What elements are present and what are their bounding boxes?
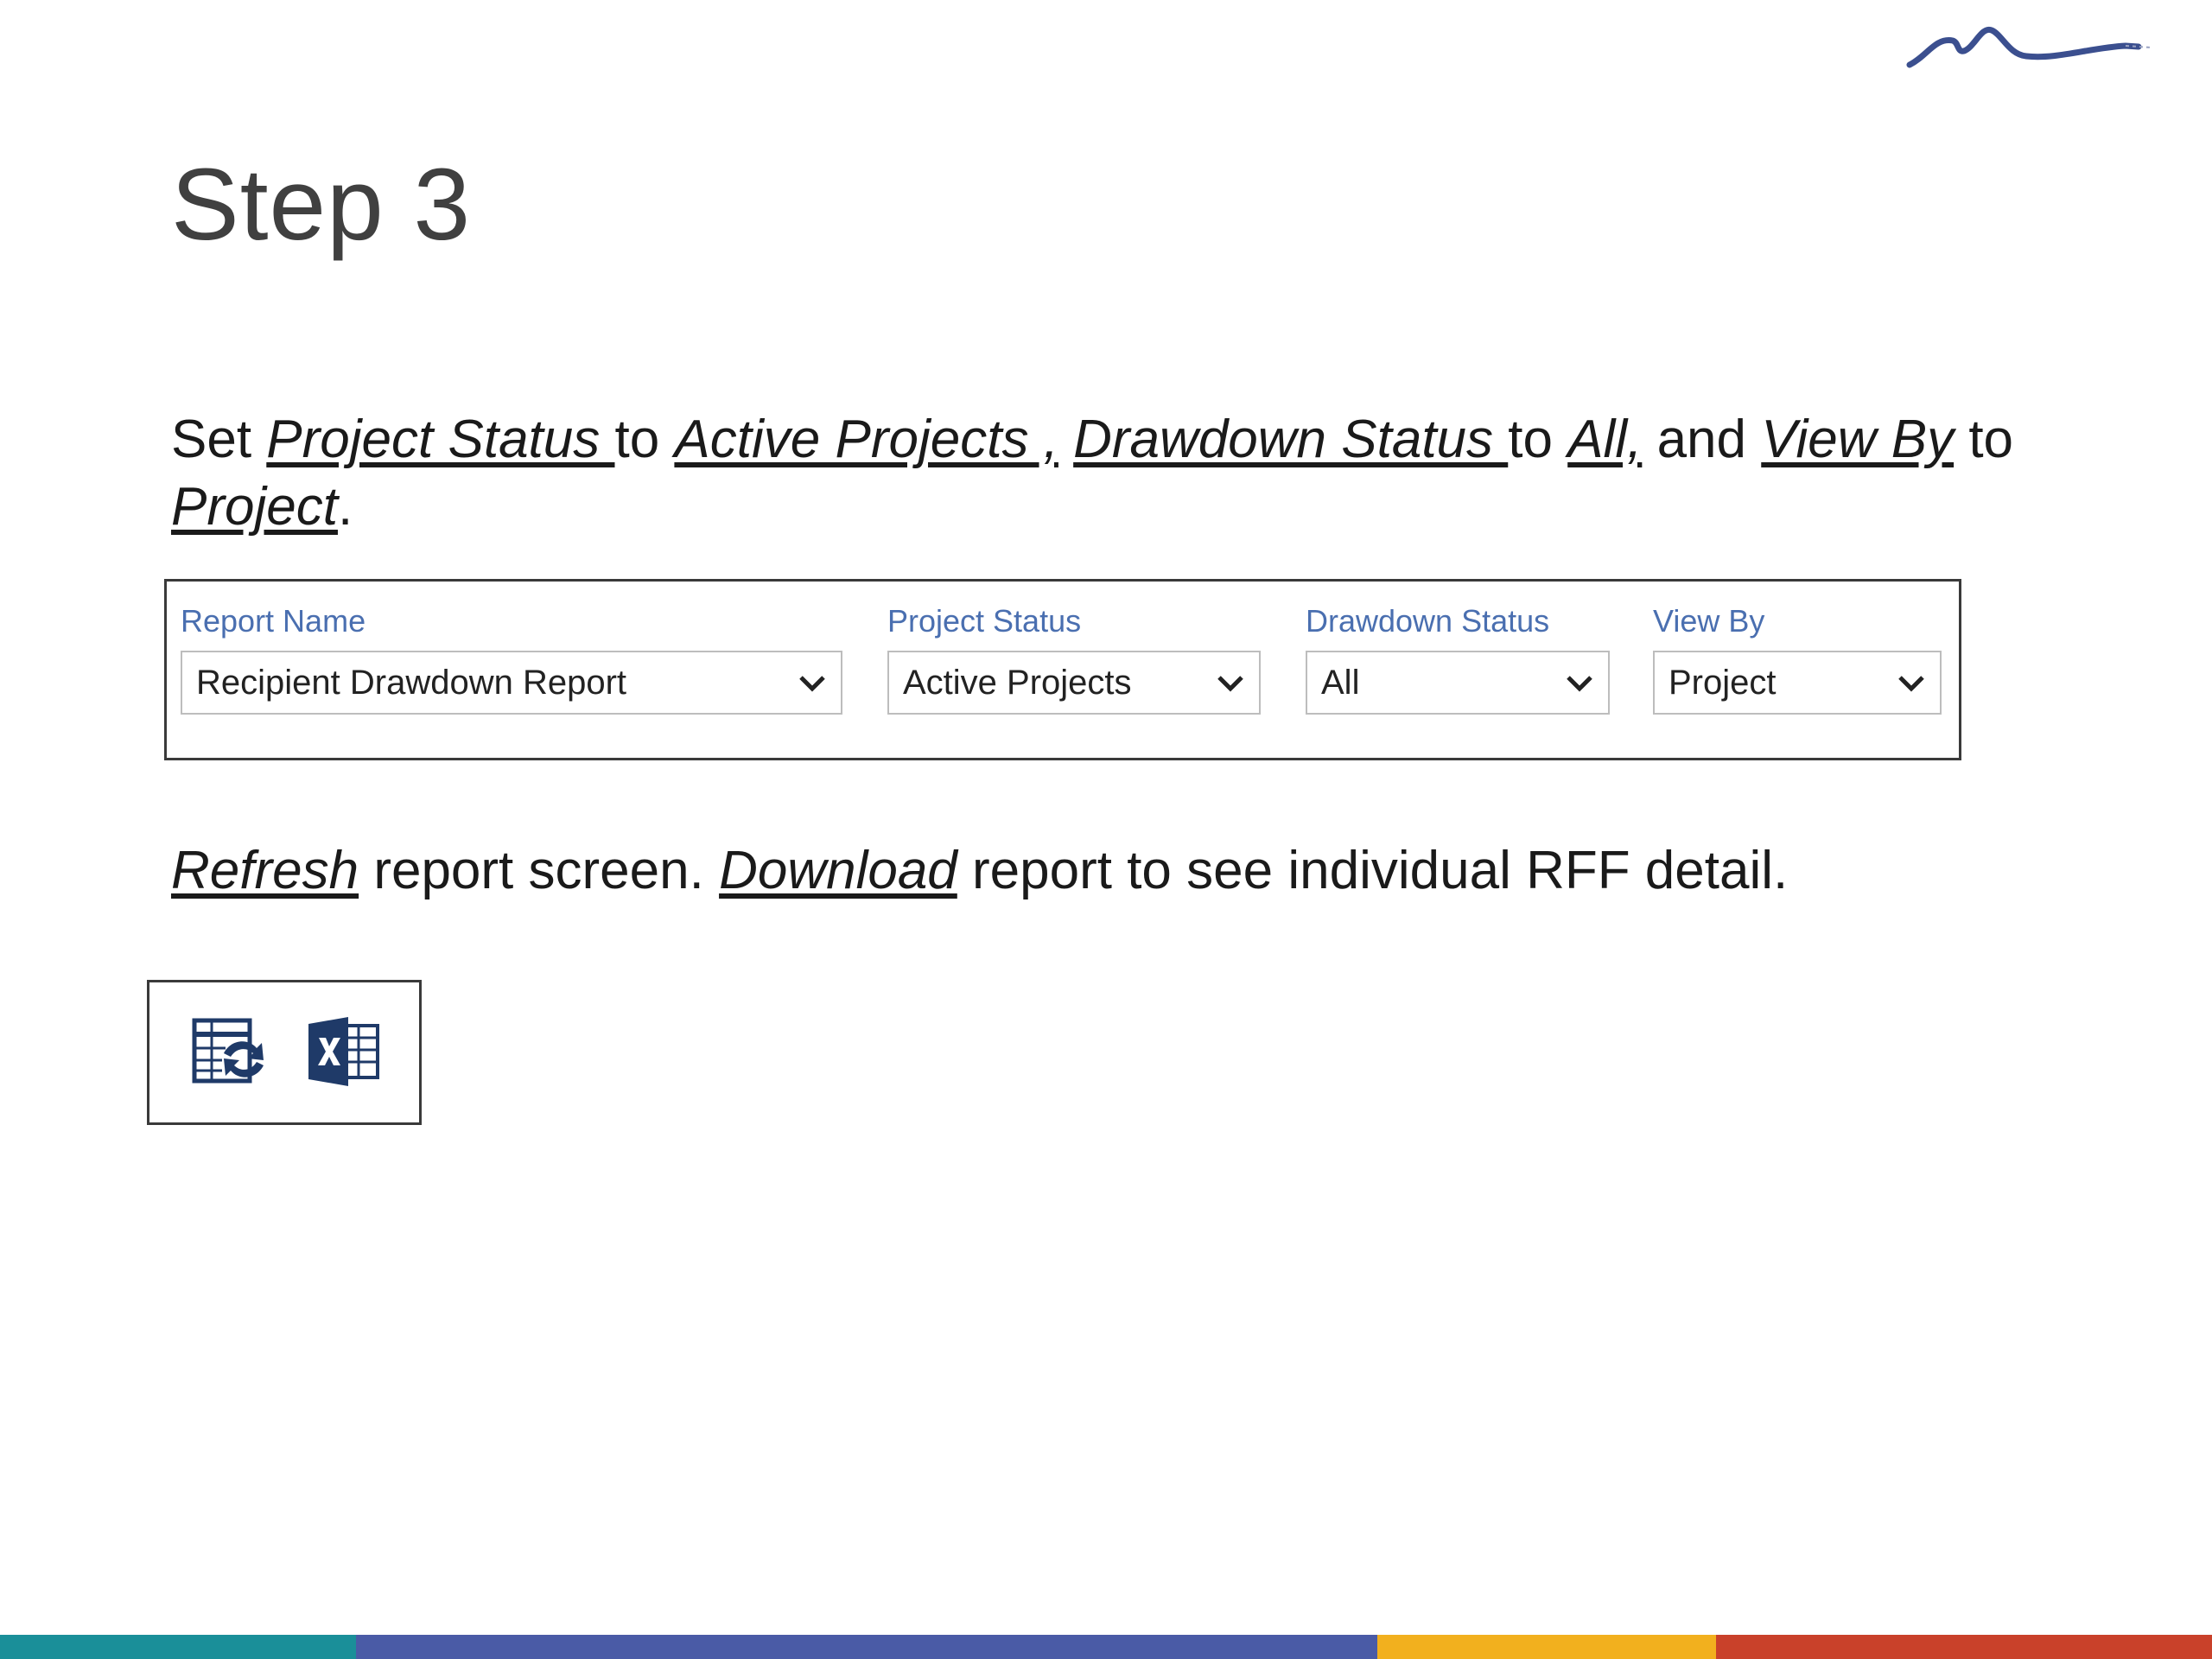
footer-segment-teal xyxy=(0,1635,356,1659)
drawdown-status-field: Drawdown Status All xyxy=(1306,602,1610,715)
instruction-refresh: Refresh xyxy=(171,841,359,900)
instruction-project-status: Project Status xyxy=(266,410,615,469)
instruction-fragment: report to see individual RFF detail. xyxy=(957,841,1789,900)
drawdown-status-select[interactable]: All xyxy=(1306,651,1610,715)
instruction-project: Project xyxy=(171,477,338,537)
report-name-select[interactable]: Recipient Drawdown Report xyxy=(181,651,842,715)
report-name-label: Report Name xyxy=(181,603,366,639)
chevron-down-icon xyxy=(1898,676,1924,692)
instruction-drawdown-status: Drawdown Status xyxy=(1073,410,1509,469)
instruction-fragment: Set xyxy=(171,410,267,469)
mountain-logo-icon xyxy=(1906,26,2152,68)
table-refresh-icon[interactable] xyxy=(191,1014,267,1090)
chevron-down-icon xyxy=(1567,676,1592,692)
instruction-fragment: report screen. xyxy=(359,841,720,900)
instruction-fragment xyxy=(1058,410,1073,469)
report-name-field: Report Name Recipient Drawdown Report xyxy=(181,602,842,715)
report-filter-panel: Report Name Recipient Drawdown Report Pr… xyxy=(164,579,1961,760)
view-by-select[interactable]: Project xyxy=(1653,651,1942,715)
chevron-down-icon xyxy=(799,676,825,692)
instruction-active-projects: Active Projects , xyxy=(674,410,1058,469)
instruction-fragment: to xyxy=(614,410,675,469)
instruction-text: Set Project Status to Active Projects , … xyxy=(171,406,2072,541)
instruction-fragment: to xyxy=(1508,410,1568,469)
project-status-value: Active Projects xyxy=(903,664,1132,702)
instruction-fragment: . xyxy=(337,477,353,537)
instruction-download: Download xyxy=(719,841,957,900)
view-by-label: View By xyxy=(1653,603,1765,639)
refresh-download-instruction: Refresh report screen. Download report t… xyxy=(171,836,1788,906)
footer-segment-blue xyxy=(356,1635,1377,1659)
project-status-label: Project Status xyxy=(887,603,1082,639)
instruction-fragment: and xyxy=(1642,410,1762,469)
footer-segment-red xyxy=(1716,1635,2212,1659)
footer-color-bar xyxy=(0,1635,2212,1659)
footer-segment-yellow xyxy=(1377,1635,1716,1659)
drawdown-status-label: Drawdown Status xyxy=(1306,603,1550,639)
instruction-all: All, xyxy=(1567,410,1643,469)
project-status-field: Project Status Active Projects xyxy=(887,602,1261,715)
report-toolbar xyxy=(147,980,422,1125)
view-by-field: View By Project xyxy=(1653,602,1942,715)
instruction-view-by: View By xyxy=(1761,410,1955,469)
drawdown-status-value: All xyxy=(1321,664,1360,702)
instruction-fragment: to xyxy=(1954,410,2014,469)
excel-icon[interactable] xyxy=(305,1014,381,1090)
view-by-value: Project xyxy=(1669,664,1777,702)
report-name-value: Recipient Drawdown Report xyxy=(196,664,627,702)
project-status-select[interactable]: Active Projects xyxy=(887,651,1261,715)
chevron-down-icon xyxy=(1217,676,1243,692)
page-title: Step 3 xyxy=(171,148,472,262)
